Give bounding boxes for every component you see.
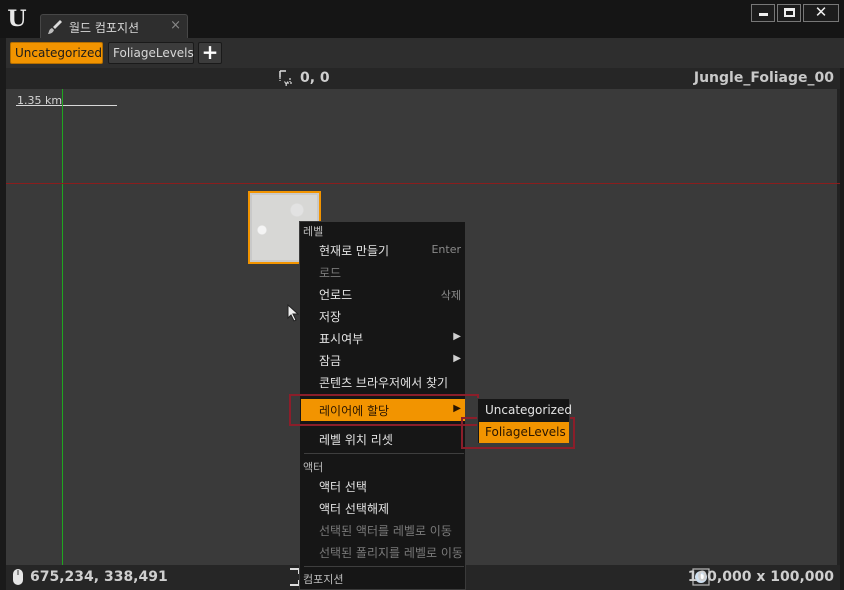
menu-item-label: 액터 선택해제 bbox=[319, 502, 390, 516]
submenu-item-label: FoliageLevels bbox=[485, 425, 566, 439]
menu-item-label: 로드 bbox=[319, 266, 342, 280]
submenu-arrow-icon: ▶ bbox=[453, 353, 461, 364]
menu-section-actor: 액터 bbox=[303, 461, 324, 474]
top-coordinates-value: 0, 0 bbox=[300, 70, 330, 86]
menu-item-label: 레벨 위치 리셋 bbox=[319, 433, 393, 447]
menu-item-visibility[interactable]: 표시여부 ▶ bbox=[301, 327, 465, 349]
menu-item-label: 언로드 bbox=[319, 288, 353, 302]
menu-item-make-current[interactable]: 현재로 만들기 Enter bbox=[301, 239, 465, 261]
scale-bar bbox=[16, 105, 117, 106]
menu-item-lock[interactable]: 잠금 ▶ bbox=[301, 349, 465, 371]
world-size-value: 100,000 x 100,000 bbox=[687, 569, 834, 585]
shortcut-label: 삭제 bbox=[440, 289, 461, 302]
menu-item-label: 콘텐츠 브라우저에서 찾기 bbox=[319, 376, 449, 390]
layer-button-uncategorized[interactable]: Uncategorized bbox=[10, 42, 103, 64]
menu-item-unload[interactable]: 언로드 삭제 bbox=[301, 283, 465, 305]
layers-toolbar: Uncategorized FoliageLevels + bbox=[6, 38, 844, 68]
viewport-top-bar: Y 0, 0 Jungle_Foliage_00 bbox=[6, 68, 840, 89]
menu-item-label: 현재로 만들기 bbox=[319, 244, 390, 258]
menu-item-save[interactable]: 저장 bbox=[301, 305, 465, 327]
unreal-logo-icon: U bbox=[7, 6, 27, 32]
submenu-arrow-icon: ▶ bbox=[453, 331, 461, 342]
tab-close-icon[interactable]: × bbox=[170, 18, 181, 33]
submenu-item-label: Uncategorized bbox=[485, 403, 572, 417]
mouse-coordinates: 675,234, 338,491 bbox=[30, 569, 168, 585]
menu-item-label: 선택된 폴리지를 레벨로 이동 bbox=[319, 546, 463, 560]
brush-icon bbox=[48, 20, 62, 34]
menu-item-reset-level-position[interactable]: 레벨 위치 리셋 bbox=[301, 428, 465, 450]
mouse-icon bbox=[13, 569, 23, 585]
menu-item-label: 표시여부 bbox=[319, 332, 364, 346]
menu-section-composition: 컴포지션 bbox=[303, 573, 344, 586]
assign-layer-submenu: Uncategorized FoliageLevels bbox=[477, 398, 572, 444]
menu-item-move-foliage-to-level: 선택된 폴리지를 레벨로 이동 bbox=[301, 541, 465, 563]
maximize-button[interactable] bbox=[777, 4, 801, 22]
minimize-button[interactable] bbox=[751, 4, 775, 22]
xy-axis-icon: Y bbox=[279, 70, 292, 87]
menu-item-find-in-content-browser[interactable]: 콘텐츠 브라우저에서 찾기 bbox=[301, 371, 465, 393]
minimize-icon bbox=[759, 13, 768, 16]
tab-world-composition[interactable]: 월드 컴포지션 × bbox=[40, 14, 188, 38]
submenu-item-foliage-levels[interactable]: FoliageLevels bbox=[479, 422, 569, 443]
menu-item-label: 액터 선택 bbox=[319, 480, 367, 494]
tab-label: 월드 컴포지션 bbox=[69, 21, 140, 35]
shortcut-label: Enter bbox=[431, 243, 461, 256]
menu-item-select-actors[interactable]: 액터 선택 bbox=[301, 475, 465, 497]
title-bar: U 월드 컴포지션 × ✕ bbox=[0, 0, 844, 38]
menu-item-label: 선택된 액터를 레벨로 이동 bbox=[319, 524, 452, 538]
close-icon: ✕ bbox=[814, 3, 828, 21]
x-axis-line bbox=[6, 183, 840, 184]
layer-button-foliage-levels[interactable]: FoliageLevels bbox=[108, 42, 194, 64]
current-level-name: Jungle_Foliage_00 bbox=[693, 70, 834, 86]
menu-item-label: 잠금 bbox=[319, 354, 342, 368]
add-layer-button[interactable]: + bbox=[198, 42, 222, 64]
menu-separator bbox=[304, 453, 464, 454]
menu-item-deselect-actors[interactable]: 액터 선택해제 bbox=[301, 497, 465, 519]
menu-separator bbox=[304, 566, 464, 567]
menu-section-level: 레벨 bbox=[303, 225, 324, 238]
highlight-frame-assign-layer bbox=[289, 394, 479, 426]
svg-text:Y: Y bbox=[283, 81, 289, 87]
menu-item-move-actors-to-level: 선택된 액터를 레벨로 이동 bbox=[301, 519, 465, 541]
y-axis-line bbox=[62, 89, 63, 565]
window-controls: ✕ bbox=[751, 3, 839, 22]
menu-item-load: 로드 bbox=[301, 261, 465, 283]
close-window-button[interactable]: ✕ bbox=[803, 3, 839, 22]
maximize-icon bbox=[784, 8, 795, 17]
menu-item-label: 저장 bbox=[319, 310, 342, 324]
submenu-item-uncategorized[interactable]: Uncategorized bbox=[479, 400, 572, 421]
